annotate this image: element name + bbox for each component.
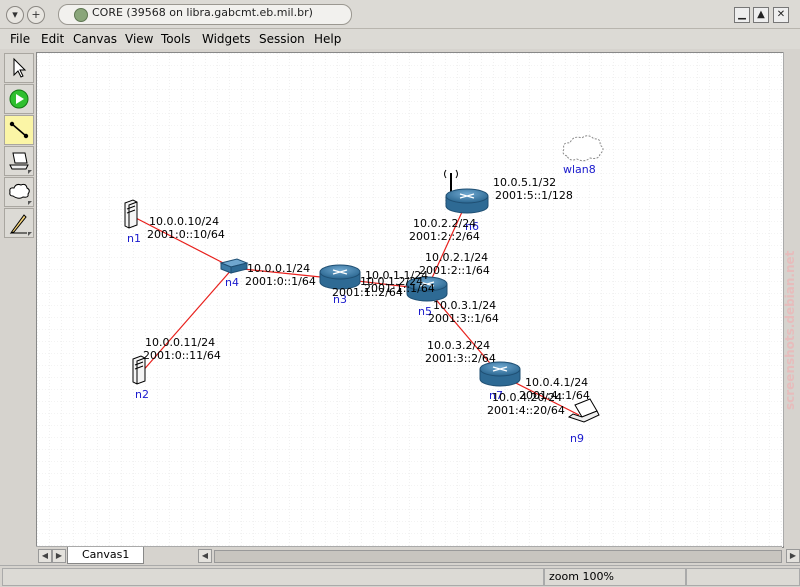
addr-label: 10.0.2.2/24 (413, 217, 476, 230)
addr-label: 10.0.4.20/24 (492, 391, 562, 404)
addr-label: 10.0.0.1/24 (247, 262, 310, 275)
addr-label: 2001:3::2/64 (425, 352, 496, 365)
addr-label: 10.0.2.1/24 (425, 251, 488, 264)
menu-bar: File Edit Canvas View Tools Widgets Sess… (0, 29, 800, 49)
hscroll-right-button[interactable]: ▶ (786, 549, 800, 563)
addr-label: 2001:5::1/128 (495, 189, 573, 202)
node-label-wlan8: wlan8 (563, 163, 596, 176)
addr-label: 10.0.3.1/24 (433, 299, 496, 312)
window-menu-button[interactable]: ▾ (6, 6, 24, 24)
status-bar: zoom 100% (0, 565, 800, 587)
pointer-icon (13, 57, 27, 78)
node-label-n2: n2 (135, 388, 149, 401)
addr-label: 2001:0::10/64 (147, 228, 225, 241)
watermark: screenshots.debian.net (780, 160, 800, 420)
node-label-n9: n9 (570, 432, 584, 445)
addr-label: 2001:0::1/64 (245, 275, 316, 288)
addr-label: 10.0.3.2/24 (427, 339, 490, 352)
marker-tool-button[interactable] (4, 208, 34, 238)
app-globe-icon (74, 8, 88, 22)
watermark-text: screenshots.debian.net (783, 250, 797, 410)
menu-view[interactable]: View (125, 32, 153, 46)
tab-scroll-left-button[interactable]: ◀ (38, 549, 52, 563)
menu-session[interactable]: Session (259, 32, 305, 46)
node-label-n4: n4 (225, 276, 239, 289)
select-tool-button[interactable] (4, 53, 34, 83)
window-title: CORE (39568 on libra.gabcmt.eb.mil.br) (92, 6, 313, 19)
title-bar: ▾ + CORE (39568 on libra.gabcmt.eb.mil.b… (0, 0, 800, 29)
menu-tools[interactable]: Tools (161, 32, 191, 46)
addr-label: 10.0.4.1/24 (525, 376, 588, 389)
menu-help[interactable]: Help (314, 32, 341, 46)
link-icon (9, 121, 29, 139)
hscroll-left-button[interactable]: ◀ (198, 549, 212, 563)
server-icon (124, 199, 138, 229)
menu-canvas[interactable]: Canvas (73, 32, 117, 46)
horizontal-scrollbar[interactable] (214, 550, 782, 563)
network-canvas[interactable]: n1 n2 n4 n3 n5 n6 n7 n9 wlan8 10.0.0.10/… (37, 53, 783, 547)
addr-label: 2001:0::11/64 (143, 349, 221, 362)
close-button[interactable]: ✕ (773, 7, 789, 23)
status-message (2, 568, 544, 586)
canvas-tab-bar: ◀ ▶ Canvas1 ◀ ▶ (36, 546, 800, 565)
addr-label: 2001:2::2/64 (409, 230, 480, 243)
addr-label: 2001:4::20/64 (487, 404, 565, 417)
zoom-status: zoom 100% (544, 568, 686, 586)
sticky-button[interactable]: + (27, 6, 45, 24)
link-tool-button[interactable] (4, 115, 34, 145)
menu-widgets[interactable]: Widgets (202, 32, 251, 46)
tab-scroll-right-button[interactable]: ▶ (52, 549, 66, 563)
status-extra (686, 568, 800, 586)
start-session-button[interactable] (4, 84, 34, 114)
link-layer-node-button[interactable] (4, 177, 34, 207)
addr-label: 2001:3::1/64 (428, 312, 499, 325)
node-label-n1: n1 (127, 232, 141, 245)
addr-label: 10.0.5.1/32 (493, 176, 556, 189)
network-node-button[interactable] (4, 146, 34, 176)
menu-file[interactable]: File (10, 32, 30, 46)
menu-edit[interactable]: Edit (41, 32, 64, 46)
addr-label: 10.0.0.10/24 (149, 215, 219, 228)
maximize-button[interactable]: ▲ (753, 7, 769, 23)
play-icon (9, 89, 29, 109)
canvas-area[interactable]: n1 n2 n4 n3 n5 n6 n7 n9 wlan8 10.0.0.10/… (36, 52, 784, 548)
addr-label: 2001:2::1/64 (419, 264, 490, 277)
minimize-button[interactable]: ▁ (734, 7, 750, 23)
addr-label: 10.0.0.11/24 (145, 336, 215, 349)
tab-canvas1[interactable]: Canvas1 (67, 547, 145, 564)
router-icon (479, 361, 521, 387)
addr-label: 2001:1::2/64 (332, 286, 403, 299)
